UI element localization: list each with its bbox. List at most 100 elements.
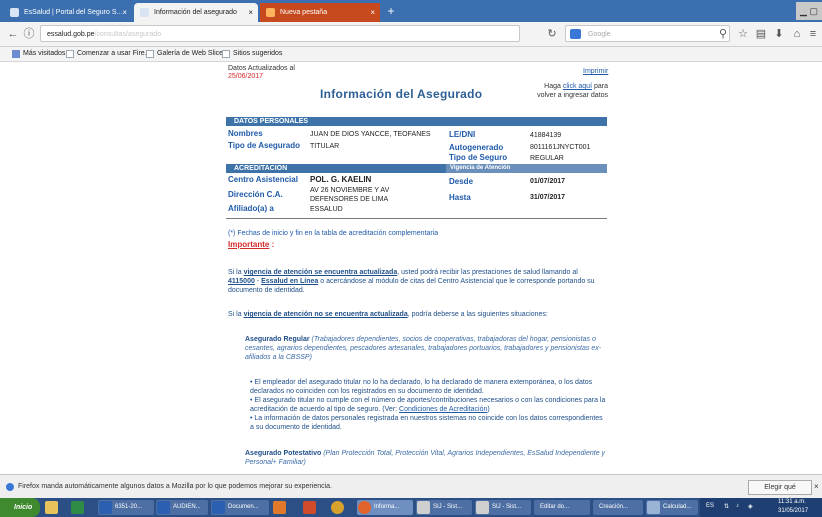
search-input[interactable]: Google [565,25,730,42]
menu-icon[interactable]: ≡ [806,27,820,41]
bullet-3: • La información de datos personales reg… [250,415,603,431]
download-icon[interactable]: ⬇ [772,27,786,41]
taskbar-item[interactable]: AUDIEN... [156,500,208,515]
close-tab-icon[interactable]: × [248,3,253,22]
close-tab-icon[interactable]: × [370,3,375,22]
tab-label: Nueva pestaña [280,9,328,16]
dni-label: LE/DNI [449,130,476,139]
excel-icon [71,501,84,514]
essalud-en-linea-link[interactable]: Essalud en Línea [261,278,318,285]
network-icon[interactable]: ⇅ [724,503,729,510]
tipo-asegurado-value: TITULAR [310,143,340,150]
tab-essalud-portal[interactable]: EsSalud | Portal del Seguro S... × [4,3,132,22]
regular-title: Asegurado Regular [245,336,310,343]
bookmark-comenzar[interactable]: Comenzar a usar Fire... [66,47,151,61]
firefox-icon [266,8,275,17]
tab-nueva-pestana[interactable]: Nueva pestaña × [260,3,380,22]
window-controls[interactable]: ▁ ▢ [796,2,822,20]
google-icon [570,29,581,39]
autogenerado-label: Autogenerado [449,143,504,152]
clock-time[interactable]: 11:31 a.m. [778,499,806,505]
clock-date[interactable]: 31/05/2017 [778,508,808,514]
bullet-2: • El asegurado titular no cumple con el … [250,396,606,414]
url-path-text: /consultas/asegurado [94,31,162,38]
powerpoint-icon [303,501,316,514]
taskbar-item-label: AUDIEN... [173,504,201,510]
bookmark-mas-visitados[interactable]: Más visitados [12,47,65,61]
taskbar-excel-icon[interactable] [70,500,92,515]
afiliado-value: ESSALUD [310,206,343,213]
bookmark-galeria[interactable]: Galería de Web Slice [146,47,223,61]
notification-bar: Firefox manda automáticamente algunos da… [0,474,822,504]
autogenerado-value: 8011161JNYCT001 [530,144,591,151]
tab-label: Información del asegurado [154,9,237,16]
bookmark-icon [146,50,154,58]
paragraph-vigencia-actualizada: Si la vigencia de atención se encuentra … [228,268,606,295]
new-tab-button[interactable]: + [384,4,398,18]
bookmark-star-icon[interactable]: ☆ [736,27,750,41]
bookmark-label: Comenzar a usar Fire... [77,50,151,57]
bookmark-sitios-sugeridos[interactable]: Sitios sugeridos [222,47,282,61]
close-notification-icon[interactable]: × [814,475,819,499]
bullet-1: • El empleador del asegurado titular no … [250,379,593,395]
start-button[interactable]: Inicio [0,498,40,517]
taskbar-item-label: Documen... [228,504,259,510]
back-link[interactable]: click aquí [563,83,592,90]
navigation-bar: ← ⓘ essalud.gob.pe/consultas/asegurado ↻… [0,22,822,47]
nombres-label: Nombres [228,129,263,138]
print-link[interactable]: Imprimir [583,67,608,76]
bullet-2-close: ) [487,406,490,413]
tipo-seguro-label: Tipo de Seguro [449,153,508,162]
taskbar-item[interactable]: Calculad... [646,500,698,515]
chrome-icon [331,501,344,514]
tab-informacion-asegurado[interactable]: Información del asegurado × [134,3,258,22]
p1-text-b: vigencia de atención se encuentra actual… [243,269,398,276]
back-note-pre: Haga [544,83,563,90]
page-title: Información del Asegurado [320,87,483,101]
library-icon[interactable]: ▤ [754,27,768,41]
taskbar-folder-icon[interactable] [44,500,66,515]
volume-icon[interactable]: ♪ [736,503,739,509]
taskbar-item[interactable]: SIJ - Sist... [416,500,472,515]
bookmark-label: Galería de Web Slice [157,50,224,57]
taskbar-item[interactable]: Documen... [211,500,269,515]
phone-link[interactable]: 4115000 [228,278,255,285]
site-info-icon[interactable]: ⓘ [22,27,36,41]
desde-value: 01/07/2017 [530,178,566,185]
taskbar-item-active[interactable]: Informa... [357,500,413,515]
search-placeholder: Google [588,31,611,38]
taskbar-item[interactable]: Editar do... [534,500,590,515]
info-icon [6,483,14,491]
home-icon[interactable]: ⌂ [790,27,804,41]
back-arrow-icon[interactable]: ← [6,27,20,41]
nombres-value: JUAN DE DIOS YANCCE, TEOFANES [310,131,431,138]
taskbar-media-icon[interactable] [272,500,294,515]
tipo-asegurado-label: Tipo de Asegurado [228,141,301,150]
taskbar-item[interactable]: SIJ - Sist... [475,500,531,515]
taskbar-item-label: Editar do... [540,504,570,510]
p1-text-a: Si la [228,269,244,276]
asegurado-regular-block: Asegurado Regular (Trabajadores dependie… [245,335,606,362]
url-bar[interactable]: essalud.gob.pe/consultas/asegurado [40,25,520,42]
taskbar-chrome-icon[interactable] [330,500,352,515]
close-tab-icon[interactable]: × [122,3,127,22]
taskbar-item[interactable]: 6351-20... [98,500,154,515]
media-icon [273,501,286,514]
search-icon[interactable]: ⚲ [716,27,730,41]
url-text: essalud.gob.pe [47,31,95,38]
tab-bar: EsSalud | Portal del Seguro S... × Infor… [0,0,822,22]
taskbar-item-label: 6351-20... [115,504,143,510]
language-indicator[interactable]: ES [706,503,714,509]
taskbar-powerpoint-icon[interactable] [302,500,324,515]
bookmark-icon [66,50,74,58]
shield-icon[interactable]: ◈ [748,503,753,510]
taskbar-item[interactable]: Creación... [593,500,643,515]
direccion-label: Dirección C.A. [228,190,283,199]
taskbar-item-label: Informa... [374,504,400,510]
reload-icon[interactable]: ↻ [545,27,559,41]
calculator-icon [647,501,660,514]
choose-share-button[interactable]: Elegir qué comparto [748,480,812,504]
notification-text: Firefox manda automáticamente algunos da… [18,483,333,490]
condiciones-link[interactable]: Condiciones de Acreditación [399,406,487,413]
p2-text-c: , podría deberse a las siguientes situac… [407,311,548,318]
